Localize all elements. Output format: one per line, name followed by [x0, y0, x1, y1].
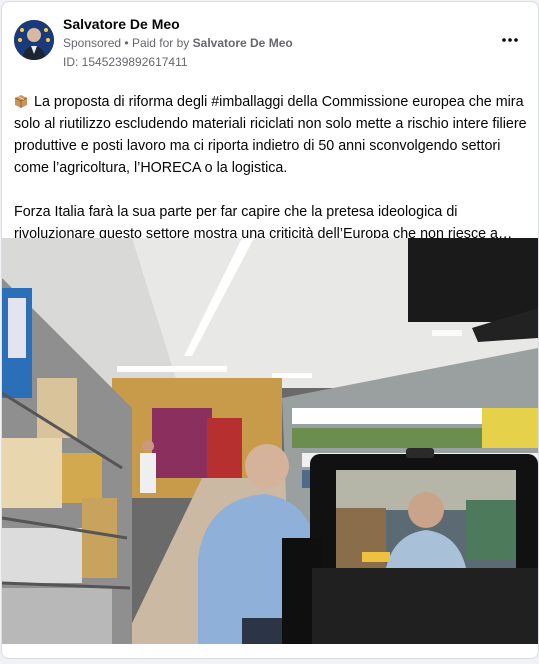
paragraph-1-text: La proposta di riforma degli #imballaggi… — [14, 94, 527, 176]
post-paragraph-1: La proposta di riforma degli #imballaggi… — [14, 91, 528, 179]
package-emoji-icon — [14, 95, 28, 108]
author-avatar[interactable] — [14, 20, 54, 60]
more-options-button[interactable] — [500, 30, 520, 50]
separator-dot: • — [124, 36, 129, 50]
paid-for-prefix: Paid for by — [131, 36, 190, 50]
more-horizontal-icon — [502, 38, 518, 42]
post-text: La proposta di riforma degli #imballaggi… — [14, 91, 528, 245]
ad-card: Salvatore De Meo Sponsored • Paid for by… — [1, 1, 539, 659]
author-name[interactable]: Salvatore De Meo — [63, 16, 180, 32]
sponsored-label: Sponsored — [63, 36, 122, 50]
post-header: Salvatore De Meo Sponsored • Paid for by… — [2, 2, 538, 76]
sponsored-line: Sponsored • Paid for by Salvatore De Meo — [63, 36, 293, 50]
paid-for-advertiser[interactable]: Salvatore De Meo — [193, 36, 293, 50]
ad-id: ID: 1545239892617411 — [63, 55, 188, 69]
supermarket-photo — [2, 238, 538, 644]
post-media-image[interactable] — [2, 238, 538, 644]
avatar-portrait-icon — [14, 20, 54, 60]
